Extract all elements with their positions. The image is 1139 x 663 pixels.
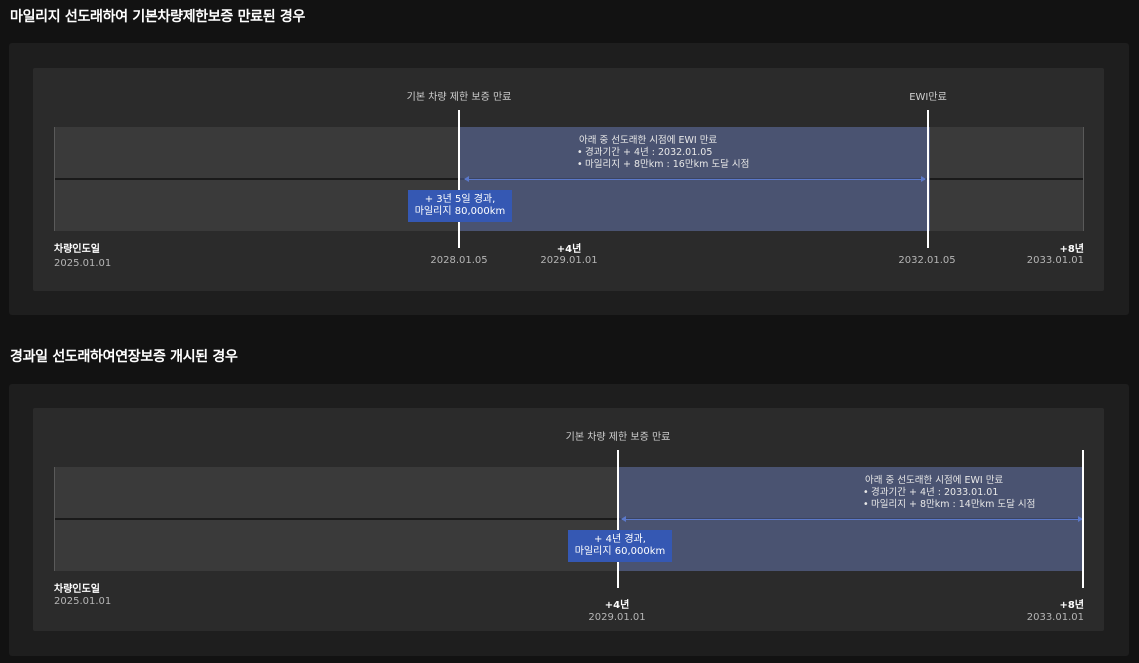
note-title: 아래 중 선도래한 시점에 EWI 만료 <box>579 135 718 146</box>
section-2-diagram: 기본 차량 제한 보증 만료 아래 중 선도래한 시점에 EWI 만료 경과기간… <box>33 408 1104 631</box>
tick-title-plus4: +4년 <box>604 600 630 611</box>
tick-title-plus8: +8년 <box>1059 600 1084 611</box>
tick-date-plus4: 2029.01.01 <box>588 612 646 623</box>
tick-title-plus4: +4년 <box>556 244 582 255</box>
ewi-expiry-label: EWI만료 <box>909 92 947 103</box>
ewi-condition-note: 아래 중 선도래한 시점에 EWI 만료 경과기간 + 4년 : 2033.01… <box>863 475 1035 511</box>
section-1-title: 마일리지 선도래하여 기본차량제한보증 만료된 경우 <box>10 9 306 25</box>
note-item: 마일리지 + 8만km : 16만km 도달 시점 <box>577 159 749 171</box>
note-item: 경과기간 + 4년 : 2032.01.05 <box>577 147 749 159</box>
section-2-title: 경과일 선도래하여연장보증 개시된 경우 <box>10 349 238 365</box>
mileage-status-box: + 4년 경과, 마일리지 60,000km <box>568 530 672 562</box>
mileage-status-box: + 3년 5일 경과, 마일리지 80,000km <box>408 190 512 222</box>
ewi-expiry-line <box>1082 450 1084 588</box>
basic-warranty-expiry-line <box>458 110 460 248</box>
tick-date-plus4: 2029.01.01 <box>540 255 598 266</box>
tick-date-plus8: 2033.01.01 <box>1026 612 1084 623</box>
tick-date-ewi-expiry: 2032.01.05 <box>898 255 956 266</box>
tick-date-delivery: 2025.01.01 <box>54 596 112 607</box>
timeline-track <box>54 127 1084 231</box>
section-1-panel: 기본 차량 제한 보증 만료 EWI만료 아래 중 선도래한 시점에 EWI 만… <box>9 43 1129 315</box>
tick-date-basic-expiry: 2028.01.05 <box>430 255 488 266</box>
note-item: 경과기간 + 4년 : 2033.01.01 <box>863 487 1035 499</box>
basic-warranty-expiry-label: 기본 차량 제한 보증 만료 <box>406 92 512 103</box>
tick-date-delivery: 2025.01.01 <box>54 258 112 269</box>
ewi-expiry-line <box>927 110 929 248</box>
tick-title-delivery: 차량인도일 <box>54 244 100 255</box>
note-item: 마일리지 + 8만km : 14만km 도달 시점 <box>863 499 1035 511</box>
ewi-coverage-arrow <box>464 176 926 182</box>
tick-title-delivery: 차량인도일 <box>54 584 100 595</box>
ewi-coverage-arrow <box>621 516 1083 522</box>
tick-title-plus8: +8년 <box>1059 244 1084 255</box>
note-title: 아래 중 선도래한 시점에 EWI 만료 <box>865 475 1004 486</box>
section-1-diagram: 기본 차량 제한 보증 만료 EWI만료 아래 중 선도래한 시점에 EWI 만… <box>33 68 1104 291</box>
basic-warranty-expiry-line <box>617 450 619 588</box>
ewi-condition-note: 아래 중 선도래한 시점에 EWI 만료 경과기간 + 4년 : 2032.01… <box>577 135 749 171</box>
tick-date-plus8: 2033.01.01 <box>1026 255 1084 266</box>
section-2-panel: 기본 차량 제한 보증 만료 아래 중 선도래한 시점에 EWI 만료 경과기간… <box>9 384 1129 656</box>
basic-warranty-expiry-label: 기본 차량 제한 보증 만료 <box>565 432 671 443</box>
